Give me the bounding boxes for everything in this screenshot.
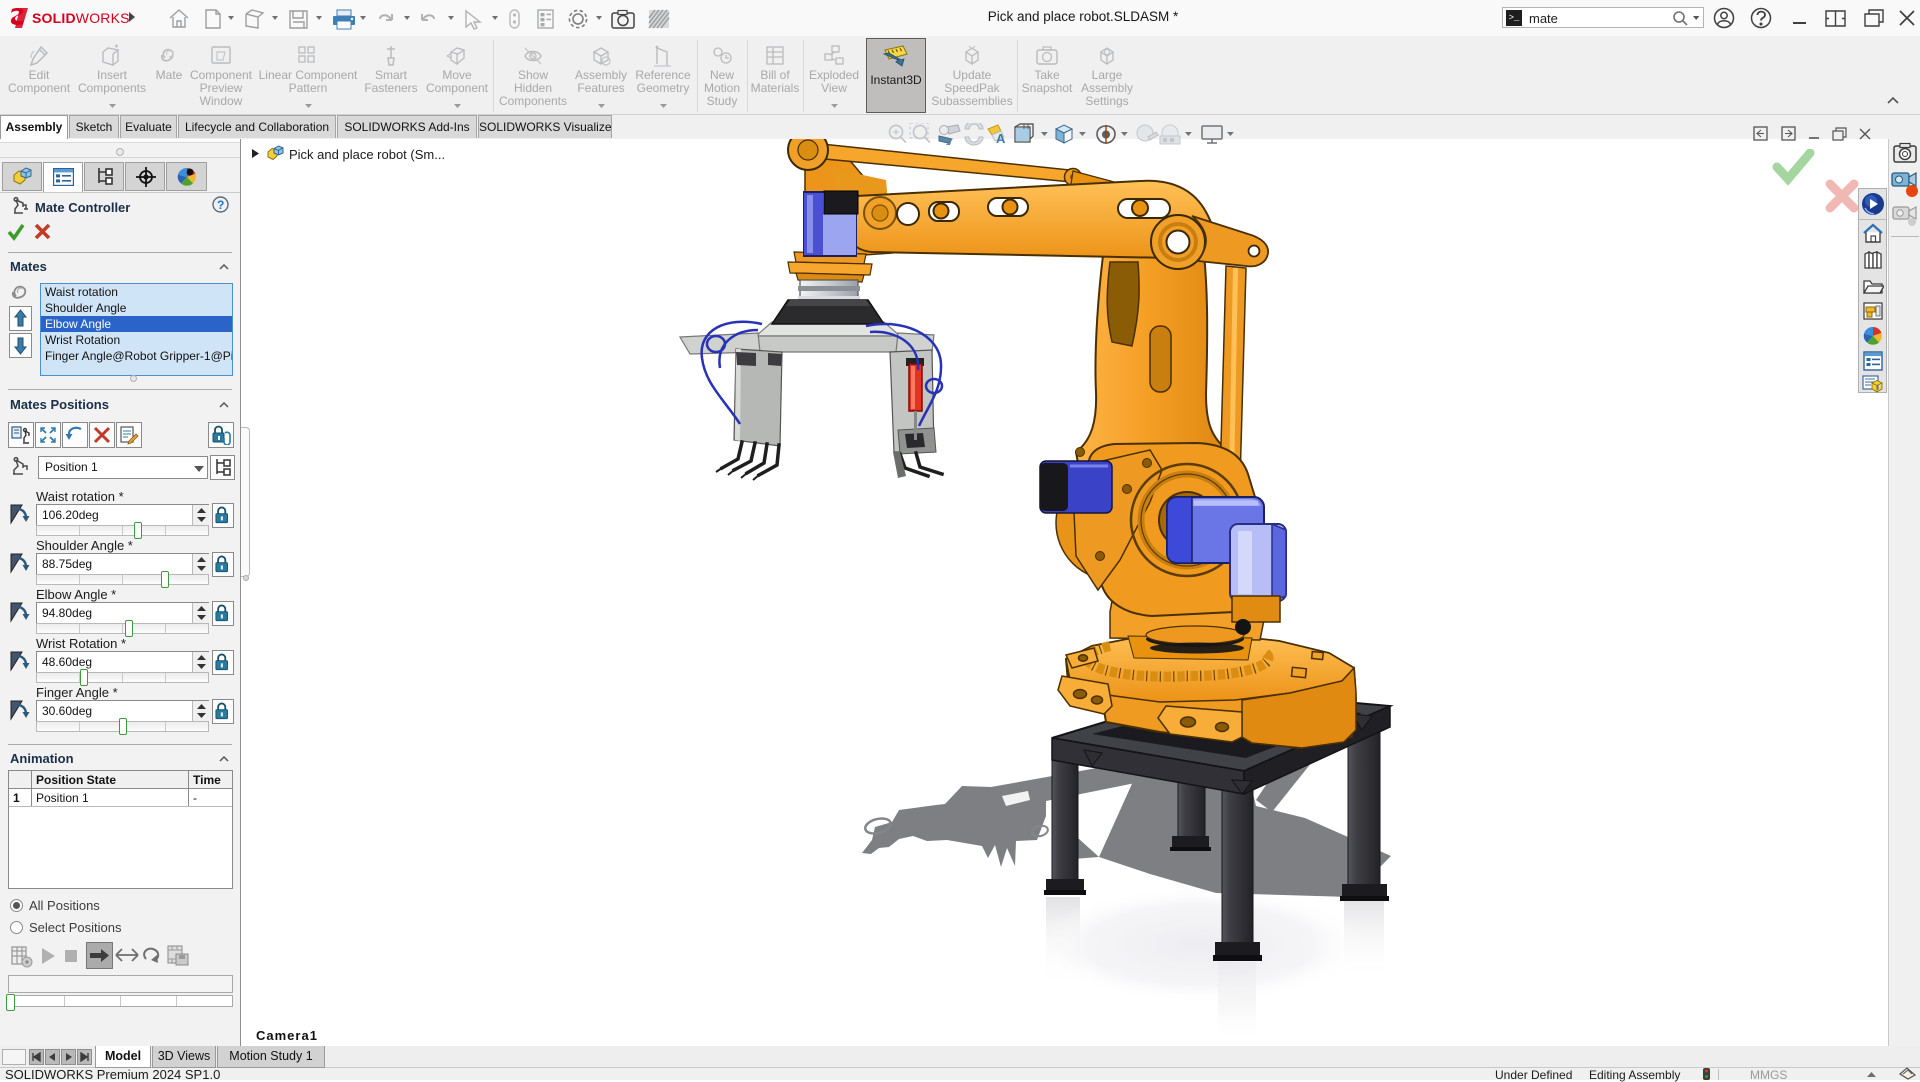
svg-text:SOLIDWORKS: SOLIDWORKS xyxy=(32,10,130,26)
svg-text:A: A xyxy=(996,131,1006,146)
svg-text:?: ? xyxy=(217,198,224,212)
